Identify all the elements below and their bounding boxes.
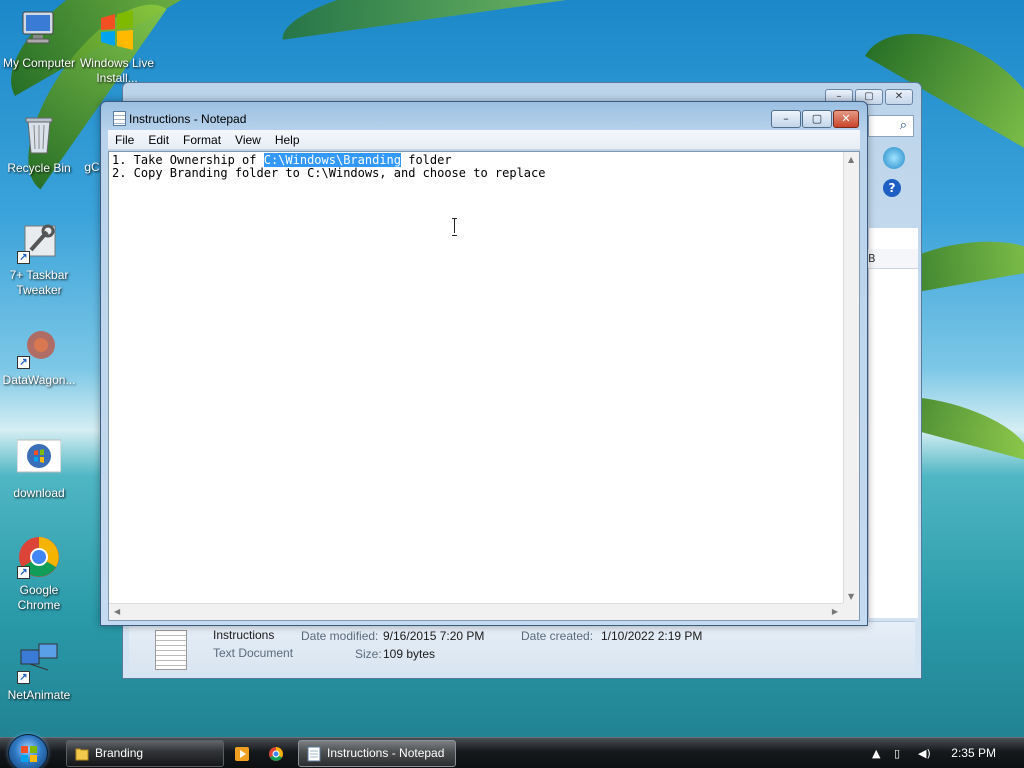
chrome-icon: ↗ [17,535,61,579]
start-button[interactable] [8,734,48,768]
wallpaper-palm-leaf [277,0,580,40]
chrome-quicklaunch-icon[interactable] [268,746,284,762]
network-icon[interactable]: ▯ [894,747,908,760]
line2: 2. Copy Branding folder to C:\Windows, a… [112,166,546,180]
explorer-search-icon[interactable]: ⌕ [868,115,914,137]
maximize-button[interactable]: ▢ [802,110,832,128]
menu-format[interactable]: Format [176,133,228,147]
menu-help[interactable]: Help [268,133,307,147]
wrench-icon: ↗ [17,220,61,264]
menu-bar: File Edit Format View Help [108,130,860,150]
taskbar: Branding Instructions - Notepad ▲ ▯ ◀) 2… [0,734,1024,768]
menu-edit[interactable]: Edit [141,133,176,147]
shortcut-arrow-icon: ↗ [17,671,30,684]
shortcut-arrow-icon: ↗ [17,356,30,369]
horizontal-scrollbar[interactable]: ◀ ▶ [109,603,843,620]
taskbar-item-label: Instructions - Notepad [327,746,445,760]
explorer-file-list[interactable] [868,228,918,618]
taskbar-item-branding[interactable]: Branding [66,740,224,767]
details-size: 109 bytes [383,647,436,661]
datawagon-icon: ↗ [17,325,61,369]
details-file-name: Instructions [213,628,275,642]
desktop-icon-my-computer[interactable]: My Computer [0,8,78,71]
help-icon[interactable]: ? [883,179,901,197]
text-cursor-icon [452,218,457,236]
desktop-icon-taskbar-tweaker[interactable]: ↗ 7+ Taskbar Tweaker [0,220,78,298]
text-document-icon [155,630,187,670]
editor-text[interactable]: 1. Take Ownership of C:\Windows\Branding… [112,153,546,180]
notepad-taskbar-icon [307,746,321,762]
details-date-created-label: Date created: [521,629,594,643]
installer-icon [16,438,62,482]
scroll-up-icon[interactable]: ▲ [848,155,854,164]
desktop-icon-google-chrome[interactable]: ↗ Google Chrome [0,535,78,613]
system-tray: ▲ ▯ ◀) 2:35 PM [864,738,1024,768]
taskbar-item-label: Branding [95,746,144,760]
explorer-close-button[interactable]: ✕ [885,89,913,105]
desktop-icon-windows-live[interactable]: Windows Live Install... [78,8,156,86]
notepad-window-controls: – ▢ ✕ [771,110,859,128]
details-size-label: Size: [355,647,382,661]
line1-prefix: 1. Take Ownership of [112,153,264,167]
desktop-icon-download[interactable]: download [0,438,78,501]
tray-expand-icon[interactable]: ▲ [872,747,886,760]
windows-flag-icon [95,8,139,52]
computer-icon [17,8,61,52]
notepad-icon [113,111,126,126]
notepad-window[interactable]: Instructions - Notepad – ▢ ✕ File Edit F… [100,101,868,626]
shortcut-arrow-icon: ↗ [17,251,30,264]
explorer-view-icon[interactable] [883,147,905,169]
scroll-right-icon[interactable]: ▶ [832,607,838,616]
text-editor-area[interactable]: 1. Take Ownership of C:\Windows\Branding… [108,151,860,621]
selected-text: C:\Windows\Branding [263,153,401,167]
recycle-bin-icon [17,113,61,157]
details-file-type: Text Document [213,646,294,660]
minimize-button[interactable]: – [771,110,801,128]
menu-view[interactable]: View [228,133,268,147]
desktop-icon-netanimate[interactable]: ↗ NetAnimate [0,640,78,703]
scroll-left-icon[interactable]: ◀ [114,607,120,616]
window-title: Instructions - Notepad [129,112,247,126]
desktop-icon-datawagon[interactable]: ↗ DataWagon... [0,325,78,388]
details-date-created: 1/10/2022 2:19 PM [601,629,703,643]
shortcut-arrow-icon: ↗ [17,566,30,579]
volume-icon[interactable]: ◀) [918,747,932,760]
media-player-icon[interactable] [234,746,250,762]
resize-grip-icon[interactable] [843,603,859,620]
details-date-modified: 9/16/2015 7:20 PM [383,629,485,643]
explorer-column-header[interactable]: B [868,249,918,269]
details-date-modified-label: Date modified: [301,629,379,643]
desktop-icon-recycle-bin[interactable]: Recycle Bin [0,113,78,176]
windows-logo-icon [21,746,37,762]
folder-icon [75,748,89,761]
vertical-scrollbar[interactable]: ▲ ▼ [843,152,859,604]
taskbar-item-notepad[interactable]: Instructions - Notepad [298,740,456,767]
network-computers-icon: ↗ [17,640,61,684]
close-button[interactable]: ✕ [833,110,859,128]
clock[interactable]: 2:35 PM [951,746,996,760]
menu-file[interactable]: File [108,133,141,147]
line1-suffix: folder [401,153,452,167]
explorer-details-pane: Instructions Text Document Date modified… [129,621,915,673]
scroll-down-icon[interactable]: ▼ [848,592,854,601]
